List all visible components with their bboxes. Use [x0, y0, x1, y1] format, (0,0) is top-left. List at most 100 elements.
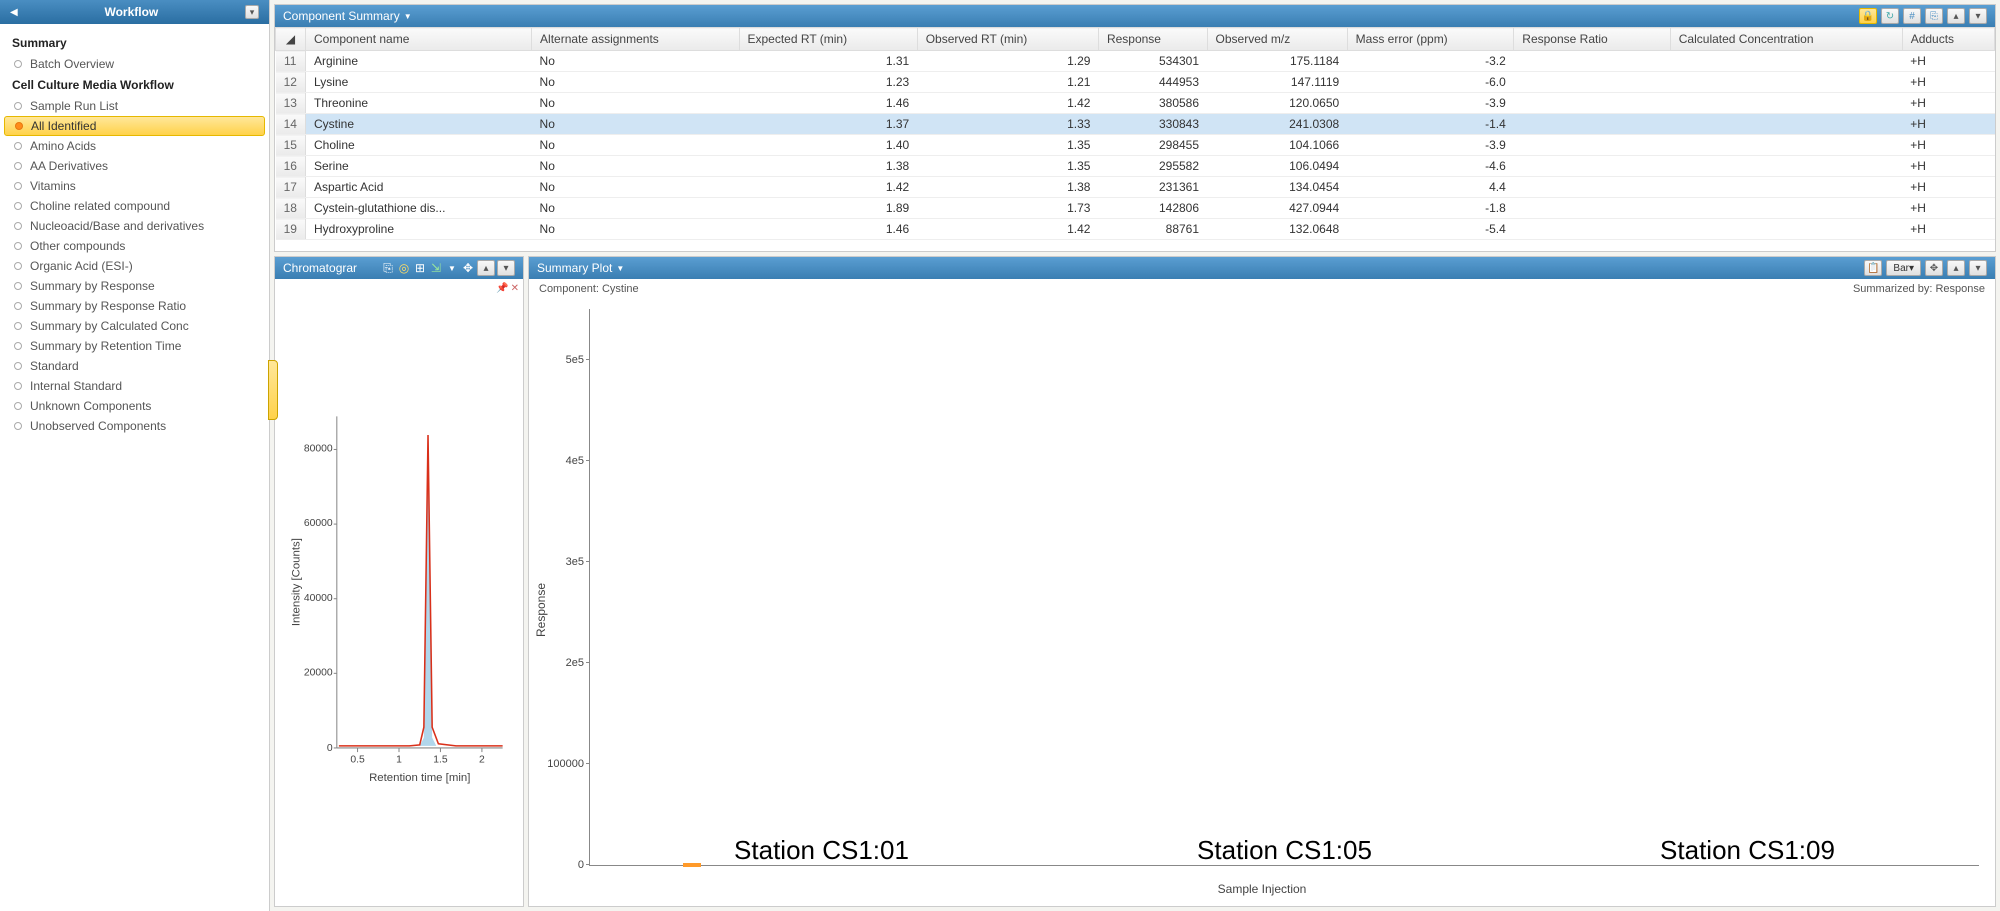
- svg-text:1: 1: [396, 754, 402, 765]
- filter-button[interactable]: 🔒: [1859, 8, 1877, 24]
- sidebar-item[interactable]: Other compounds: [0, 236, 269, 256]
- table-cell: 1.46: [739, 219, 917, 240]
- sidebar-item[interactable]: Amino Acids: [0, 136, 269, 156]
- collapse-up-button[interactable]: ▴: [477, 260, 495, 276]
- bullet-icon: [14, 422, 22, 430]
- table-cell: 134.0454: [1207, 177, 1347, 198]
- refresh-button[interactable]: ↻: [1881, 8, 1899, 24]
- move-button[interactable]: ✥: [1925, 260, 1943, 276]
- collapse-down-button[interactable]: ▾: [1969, 8, 1987, 24]
- column-header[interactable]: Alternate assignments: [532, 28, 739, 51]
- column-header[interactable]: Adducts: [1902, 28, 1994, 51]
- table-row[interactable]: 12LysineNo1.231.21444953147.1119-6.0+H: [276, 72, 1995, 93]
- table-cell: 1.42: [739, 177, 917, 198]
- table-row[interactable]: 11ArginineNo1.311.29534301175.1184-3.2+H: [276, 51, 1995, 72]
- sidebar-item[interactable]: AA Derivatives: [0, 156, 269, 176]
- column-header[interactable]: Observed m/z: [1207, 28, 1347, 51]
- sidebar-title: Workflow: [104, 5, 158, 19]
- table-cell: 1.73: [917, 198, 1098, 219]
- svg-text:20000: 20000: [304, 667, 333, 678]
- sidebar-item[interactable]: Summary by Calculated Conc: [0, 316, 269, 336]
- sidebar-menu-icon[interactable]: ▾: [245, 5, 259, 19]
- table-cell: 120.0650: [1207, 93, 1347, 114]
- sidebar-item[interactable]: Unknown Components: [0, 396, 269, 416]
- grid-button[interactable]: #: [1903, 8, 1921, 24]
- sidebar-item[interactable]: Vitamins: [0, 176, 269, 196]
- column-header[interactable]: Mass error (ppm): [1347, 28, 1514, 51]
- sidebar-item[interactable]: Internal Standard: [0, 376, 269, 396]
- sidebar-item-label: Standard: [30, 359, 79, 373]
- table-row[interactable]: 14CystineNo1.371.33330843241.0308-1.4+H: [276, 114, 1995, 135]
- column-header[interactable]: Calculated Concentration: [1670, 28, 1902, 51]
- dropdown-arrow-icon[interactable]: ▼: [404, 12, 412, 21]
- sidebar-item[interactable]: Sample Run List: [0, 96, 269, 116]
- dropdown-arrow-icon[interactable]: ▼: [616, 264, 624, 273]
- table-row[interactable]: 19HydroxyprolineNo1.461.4288761132.0648-…: [276, 219, 1995, 240]
- export-icon[interactable]: ⇲: [429, 261, 443, 275]
- chromatogram-panel: Chromatograr ⎘ ◎ ⊞ ⇲ ▼ ✥ ▴ ▾ �: [274, 256, 524, 907]
- column-header[interactable]: Observed RT (min): [917, 28, 1098, 51]
- summary-plot-title[interactable]: Summary Plot: [537, 261, 612, 275]
- group-label: Station CS1:05: [1197, 835, 1372, 866]
- table-cell: 104.1066: [1207, 135, 1347, 156]
- close-icon[interactable]: ✕: [511, 283, 519, 294]
- plot-type-button[interactable]: Bar ▾: [1886, 260, 1921, 276]
- pin-icon[interactable]: 📌: [496, 283, 508, 294]
- svg-text:Intensity [Counts]: Intensity [Counts]: [291, 538, 303, 626]
- sidebar-item[interactable]: Nucleoacid/Base and derivatives: [0, 216, 269, 236]
- table-cell: -1.4: [1347, 114, 1514, 135]
- column-header[interactable]: Expected RT (min): [739, 28, 917, 51]
- table-cell: Arginine: [306, 51, 532, 72]
- bullet-icon: [14, 402, 22, 410]
- sidebar-item-label: Sample Run List: [30, 99, 118, 113]
- column-header[interactable]: ◢: [276, 28, 306, 51]
- table-cell: [1514, 72, 1670, 93]
- column-header[interactable]: Component name: [306, 28, 532, 51]
- column-header[interactable]: Response: [1098, 28, 1207, 51]
- splitter-handle[interactable]: [268, 360, 278, 420]
- table-cell: -3.9: [1347, 93, 1514, 114]
- copy-icon[interactable]: ⎘: [381, 261, 395, 275]
- table-cell: [1514, 198, 1670, 219]
- sidebar-item[interactable]: Summary by Response: [0, 276, 269, 296]
- table-row[interactable]: 17Aspartic AcidNo1.421.38231361134.04544…: [276, 177, 1995, 198]
- table-cell: 1.35: [917, 156, 1098, 177]
- table-row[interactable]: 15CholineNo1.401.35298455104.1066-3.9+H: [276, 135, 1995, 156]
- sidebar-item[interactable]: Summary by Retention Time: [0, 336, 269, 356]
- chevron-left-icon[interactable]: ◀: [10, 7, 18, 18]
- table-cell: +H: [1902, 72, 1994, 93]
- table-cell: [1670, 156, 1902, 177]
- component-summary-table[interactable]: ◢Component nameAlternate assignmentsExpe…: [275, 27, 1995, 240]
- table-cell: 1.21: [917, 72, 1098, 93]
- tool2-icon[interactable]: ⊞: [413, 261, 427, 275]
- table-cell: [1514, 135, 1670, 156]
- sidebar-item[interactable]: Summary by Response Ratio: [0, 296, 269, 316]
- sidebar-item[interactable]: Organic Acid (ESI-): [0, 256, 269, 276]
- table-row[interactable]: 16SerineNo1.381.35295582106.0494-4.6+H: [276, 156, 1995, 177]
- sidebar-item[interactable]: Choline related compound: [0, 196, 269, 216]
- table-row[interactable]: 13ThreonineNo1.461.42380586120.0650-3.9+…: [276, 93, 1995, 114]
- collapse-down-button[interactable]: ▾: [497, 260, 515, 276]
- sidebar-item-label: All Identified: [31, 119, 96, 133]
- table-cell: 1.29: [917, 51, 1098, 72]
- move-icon[interactable]: ✥: [461, 261, 475, 275]
- chromatogram-title[interactable]: Chromatograr: [283, 261, 357, 275]
- copy-button[interactable]: 📋: [1864, 260, 1882, 276]
- component-summary-title[interactable]: Component Summary: [283, 9, 400, 23]
- dropdown-icon[interactable]: ▼: [445, 261, 459, 275]
- table-row[interactable]: 18Cystein-glutathione dis...No1.891.7314…: [276, 198, 1995, 219]
- tool1-icon[interactable]: ◎: [397, 261, 411, 275]
- column-header[interactable]: Response Ratio: [1514, 28, 1670, 51]
- sidebar-item[interactable]: All Identified: [4, 116, 265, 136]
- sidebar-item[interactable]: Unobserved Components: [0, 416, 269, 436]
- collapse-down-button[interactable]: ▾: [1969, 260, 1987, 276]
- collapse-up-button[interactable]: ▴: [1947, 8, 1965, 24]
- table-cell: [1514, 51, 1670, 72]
- sidebar-item-label: Organic Acid (ESI-): [30, 259, 133, 273]
- table-cell: Lysine: [306, 72, 532, 93]
- sidebar-item[interactable]: Standard: [0, 356, 269, 376]
- table-cell: +H: [1902, 219, 1994, 240]
- sidebar-item[interactable]: Batch Overview: [0, 54, 269, 74]
- collapse-up-button[interactable]: ▴: [1947, 260, 1965, 276]
- export-button[interactable]: ⎘: [1925, 8, 1943, 24]
